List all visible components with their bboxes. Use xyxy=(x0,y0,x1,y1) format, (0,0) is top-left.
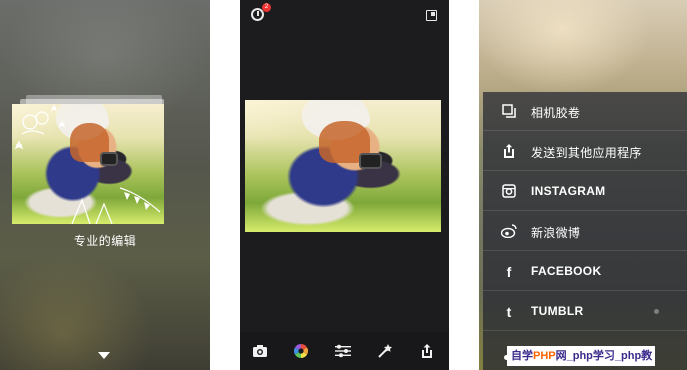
share-item-label: INSTAGRAM xyxy=(531,184,606,198)
doodle-overlay xyxy=(14,104,161,224)
share-icon[interactable] xyxy=(419,344,435,358)
gallery-icon xyxy=(501,104,517,120)
adjust-sliders-icon[interactable] xyxy=(335,344,351,358)
tumblr-icon: t xyxy=(506,304,512,320)
site-watermark: 自学PHP网_php学习_php教 xyxy=(507,346,656,366)
export-icon xyxy=(501,144,517,160)
color-wheel-icon[interactable] xyxy=(293,344,309,358)
instagram-icon xyxy=(501,184,517,200)
share-camera-roll[interactable]: 相机胶卷 xyxy=(483,92,687,131)
edited-photo xyxy=(245,100,441,232)
share-screen: 相机胶卷 发送到其他应用程序 INSTAGRAM 新浪微博 f FACEBOOK… xyxy=(479,0,687,370)
weibo-icon xyxy=(500,224,517,240)
editor-toolbar xyxy=(240,332,449,370)
share-instagram[interactable]: INSTAGRAM xyxy=(483,172,687,211)
share-item-label: TUMBLR xyxy=(531,304,584,318)
camera-icon[interactable] xyxy=(252,344,268,358)
share-tumblr[interactable]: t TUMBLR xyxy=(483,292,687,331)
compare-icon[interactable] xyxy=(426,10,437,21)
share-item-label: 相机胶卷 xyxy=(531,106,581,120)
magic-wand-icon[interactable] xyxy=(377,344,393,358)
editor-screen: 2 xyxy=(240,0,449,370)
scroll-down-icon[interactable] xyxy=(98,352,110,359)
share-item-label: 新浪微博 xyxy=(531,226,581,240)
share-other-apps[interactable]: 发送到其他应用程序 xyxy=(483,132,687,171)
facebook-icon: f xyxy=(506,264,512,280)
status-dot xyxy=(654,309,659,314)
share-item-label: 发送到其他应用程序 xyxy=(531,146,642,160)
share-item-label: FACEBOOK xyxy=(531,264,602,278)
history-count-badge: 2 xyxy=(262,3,271,12)
share-facebook[interactable]: f FACEBOOK xyxy=(483,252,687,291)
feature-caption: 专业的编辑 xyxy=(73,234,137,248)
intro-screen: 专业的编辑 xyxy=(0,0,210,370)
share-weibo[interactable]: 新浪微博 xyxy=(483,212,687,251)
